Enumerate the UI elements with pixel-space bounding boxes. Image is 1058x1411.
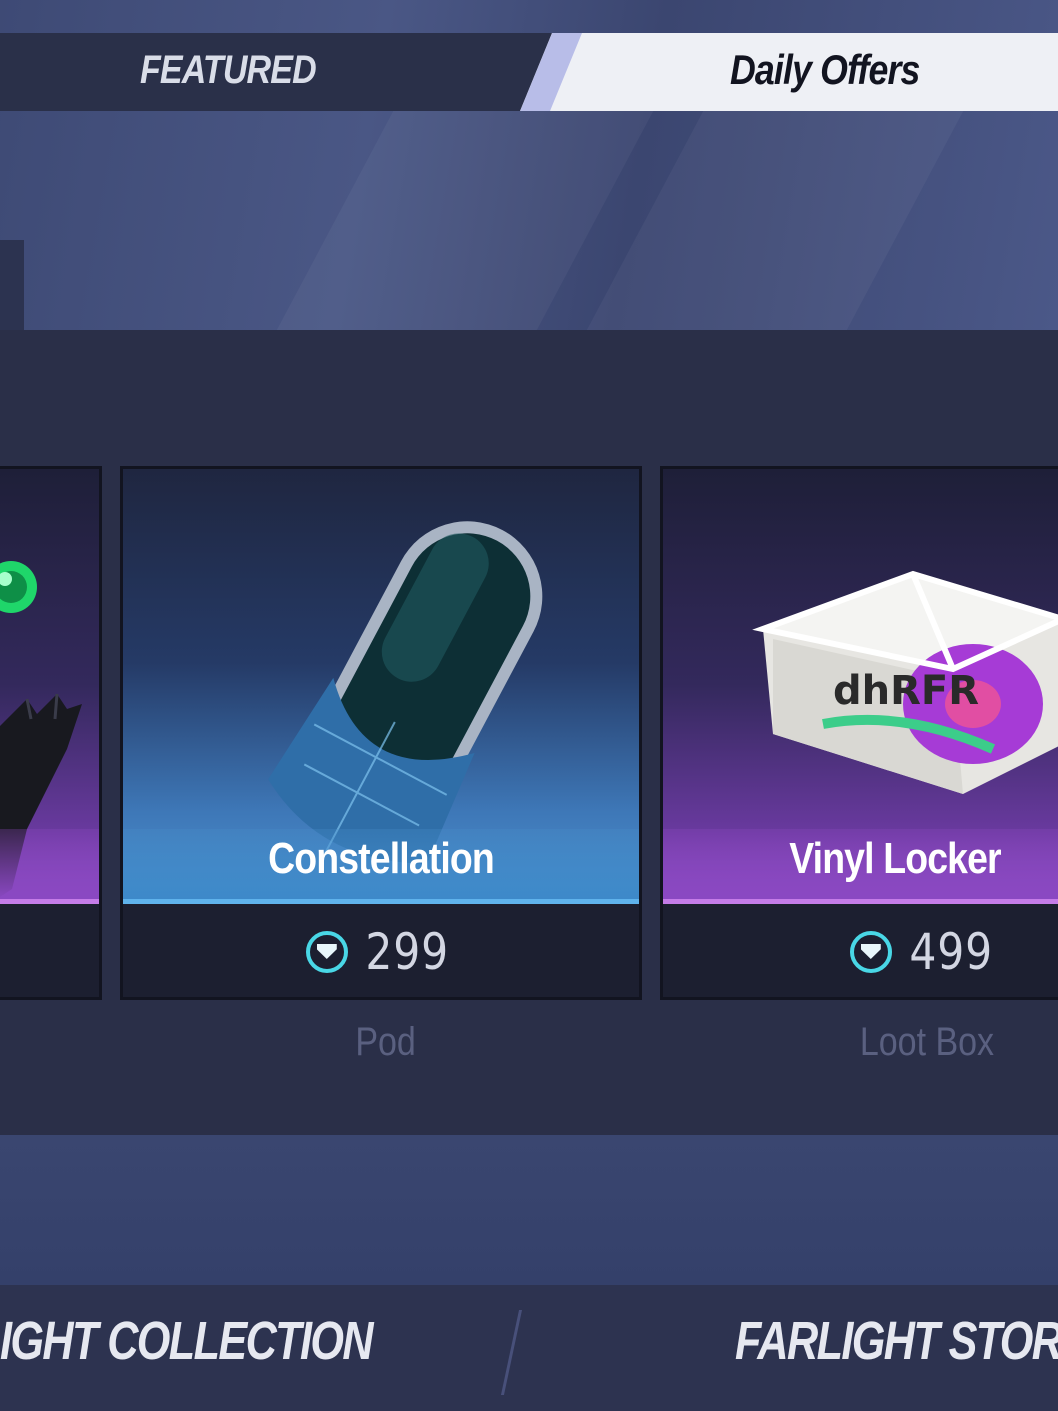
diamond-coin-icon [849,931,892,973]
item-price: 499 [909,923,993,981]
tab-daily-offers[interactable]: Daily Offers [520,33,1058,111]
lower-backdrop [0,1135,1058,1285]
item-name: Vinyl Locker [789,834,1001,883]
offer-card-constellation[interactable]: Constellation 299 [120,466,642,1000]
price-row: 499 [663,907,1058,997]
price-row: 299 [123,907,639,997]
offer-card-partial[interactable] [0,466,102,1000]
card-name-band [0,829,99,904]
item-price: 299 [365,923,449,981]
nav-farlight-store[interactable]: FARLIGHT STOR [735,1310,1058,1372]
item-category-loot-box: Loot Box [859,1020,995,1064]
tab-daily-offers-label: Daily Offers [730,46,920,93]
diamond-coin-icon [305,931,348,973]
nav-collection[interactable]: IGHT COLLECTION [0,1310,374,1372]
tab-featured[interactable]: FEATURED [140,48,317,93]
backdrop-block [0,240,24,330]
item-name: Constellation [268,834,495,883]
item-category-pod: Pod [355,1020,416,1064]
offer-card-vinyl-locker[interactable]: dhRFR Vinyl Locker 499 [660,466,1058,1000]
svg-text:dhRFR: dhRFR [833,668,979,714]
